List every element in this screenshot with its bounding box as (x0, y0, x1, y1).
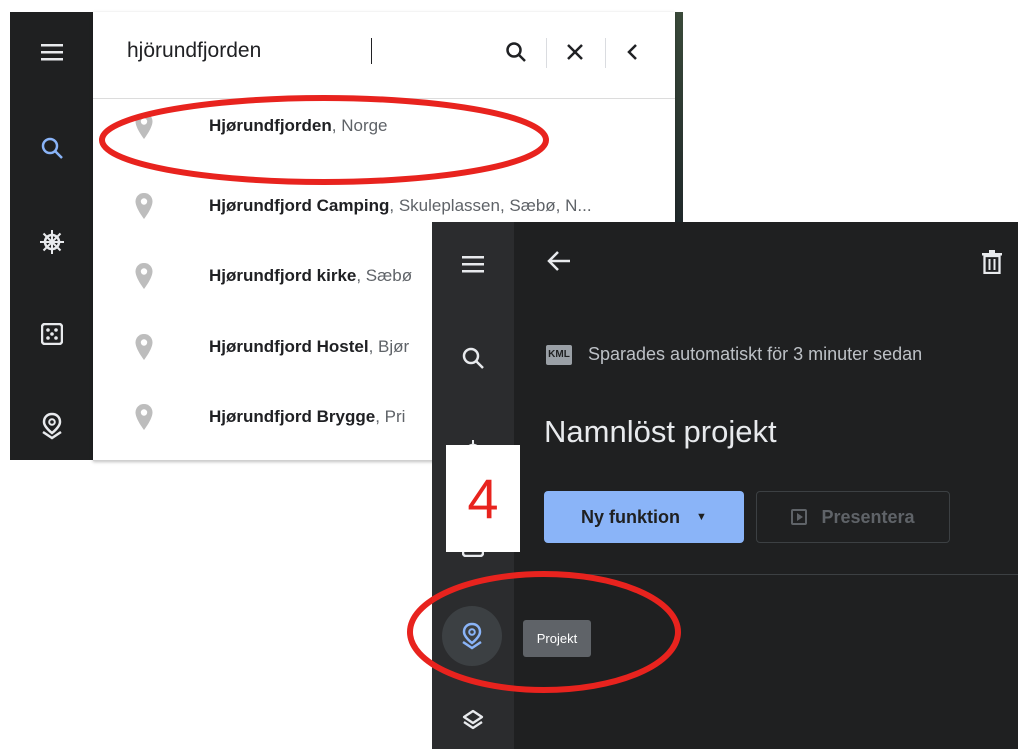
search-icon (506, 42, 526, 62)
trash-icon (982, 250, 1002, 275)
search-result-detail: , Skuleplassen, Sæbø, N... (389, 196, 592, 215)
kml-icon: KML (546, 344, 572, 365)
place-pin-icon (135, 193, 153, 219)
place-pin-icon (135, 113, 153, 139)
menu-icon (40, 44, 63, 61)
dice-icon (40, 323, 63, 345)
present-button[interactable]: Presentera (756, 491, 950, 543)
search-result-name: Hjørundfjord Hostel (209, 337, 369, 356)
rail-search-button[interactable] (10, 118, 93, 178)
divider (514, 574, 1018, 575)
caret-down-icon: ▼ (696, 511, 707, 523)
search-result-detail: , Bjør (368, 337, 410, 356)
layers-button[interactable] (432, 690, 514, 750)
step-number-badge: 4 (446, 445, 520, 552)
search-result-detail: , Pri (375, 407, 406, 426)
collapse-panel-button[interactable] (615, 34, 651, 70)
menu-button[interactable] (432, 234, 514, 294)
delete-button[interactable] (982, 250, 1002, 279)
separator (546, 38, 547, 68)
new-feature-label: Ny funktion (581, 506, 681, 527)
place-pin-icon (135, 334, 153, 360)
search-panel-rail (10, 12, 93, 460)
project-panel: KML Sparades automatiskt för 3 minuter s… (514, 222, 1018, 749)
map-edge (675, 12, 683, 222)
search-submit-button[interactable] (498, 34, 534, 70)
search-result-detail: , Norge (331, 116, 388, 135)
search-result-name: Hjørundfjord kirke (209, 266, 357, 285)
step-number: 4 (467, 467, 499, 530)
clear-search-button[interactable] (557, 34, 593, 70)
search-result-name: Hjørundfjord Brygge (209, 407, 376, 426)
present-label: Presentera (821, 506, 915, 527)
search-icon (462, 347, 484, 369)
ship-wheel-icon (39, 230, 64, 254)
chevron-left-icon (627, 44, 637, 60)
search-result-text: Hjørundfjord Camping, Skuleplassen, Sæbø… (209, 196, 649, 216)
search-bar (93, 12, 675, 99)
search-result-detail: , Sæbø (356, 266, 413, 285)
projects-pin-icon (41, 412, 62, 440)
project-title[interactable]: Namnlöst projekt (544, 414, 777, 450)
voyager-button[interactable] (10, 212, 93, 272)
search-result-text: Hjørundfjorden, Norge (209, 116, 649, 136)
arrow-left-icon (547, 251, 570, 271)
autosave-status: KML Sparades automatiskt för 3 minuter s… (546, 344, 922, 365)
projects-pin-icon (462, 622, 482, 650)
search-result-item[interactable]: Hjørundfjorden, Norge (93, 92, 675, 162)
layers-icon (462, 709, 484, 730)
menu-icon (462, 256, 484, 273)
place-pin-icon (135, 404, 153, 430)
new-feature-button[interactable]: Ny funktion ▼ (544, 491, 744, 543)
autosave-text: Sparades automatiskt för 3 minuter sedan (588, 344, 923, 364)
search-result-name: Hjørundfjorden (209, 116, 332, 135)
text-cursor (371, 38, 372, 64)
close-icon (567, 44, 583, 60)
menu-button[interactable] (10, 22, 93, 82)
search-result-name: Hjørundfjord Camping (209, 196, 390, 215)
back-button[interactable] (546, 250, 572, 277)
projects-button-active[interactable] (442, 606, 502, 666)
random-place-button[interactable] (10, 304, 93, 364)
search-input[interactable] (127, 34, 447, 68)
rail-search-button[interactable] (432, 328, 514, 388)
projects-button[interactable] (10, 396, 93, 456)
projects-tooltip: Projekt (523, 620, 591, 657)
present-icon (791, 509, 808, 525)
search-icon (41, 137, 63, 159)
separator (605, 38, 606, 68)
place-pin-icon (135, 263, 153, 289)
